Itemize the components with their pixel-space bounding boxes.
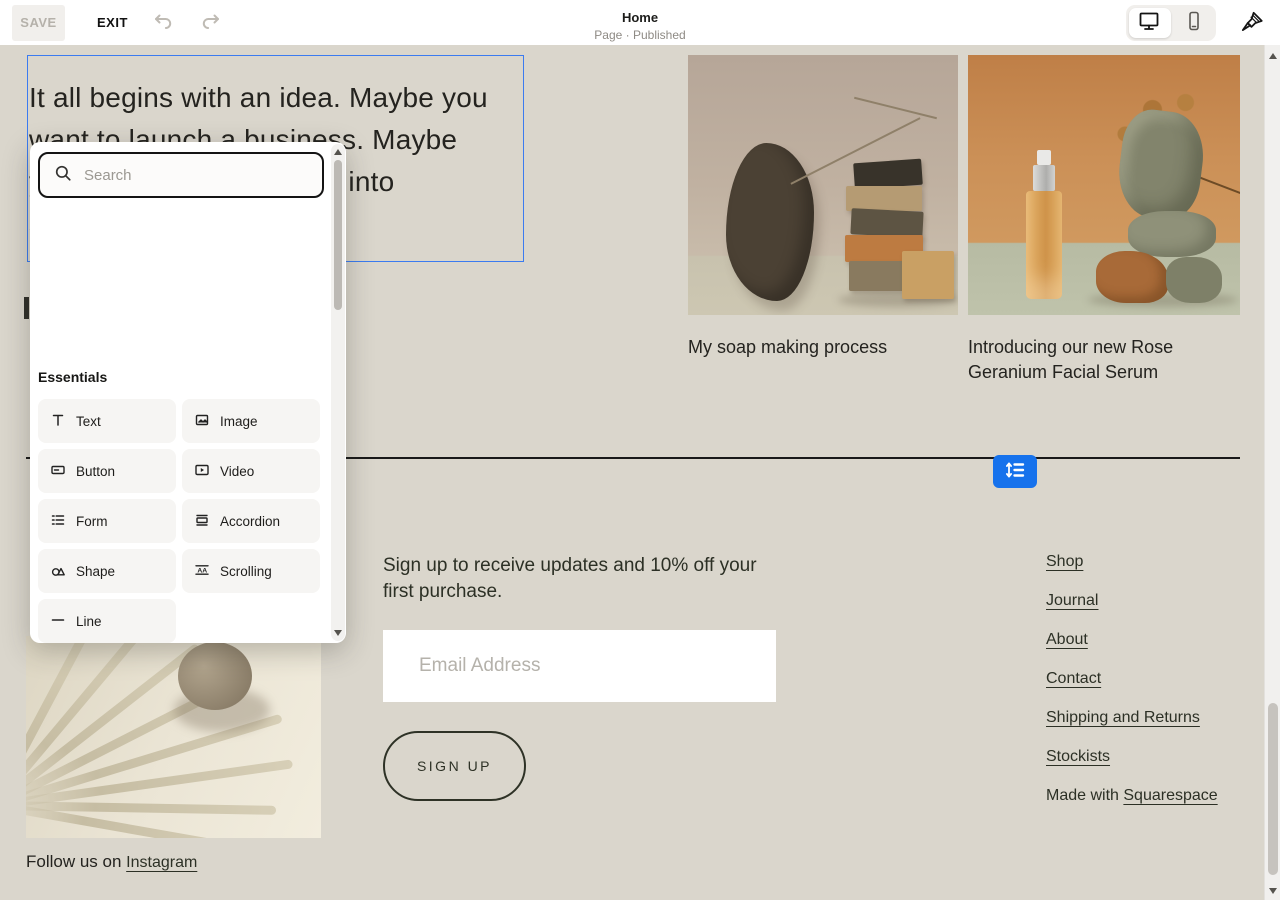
follow-line: Follow us on Instagram <box>26 852 197 872</box>
scroll-up-arrow[interactable] <box>1269 53 1277 59</box>
stone-shape <box>1096 251 1168 303</box>
serum-bottle-nozzle <box>1037 150 1051 165</box>
branch-shape <box>854 97 937 120</box>
block-item-label: Line <box>76 614 102 629</box>
block-item-accordion[interactable]: Accordion <box>182 499 320 543</box>
search-icon <box>40 164 84 187</box>
soap-bar <box>846 186 922 211</box>
stone-shape <box>1166 257 1222 303</box>
footer-link-journal[interactable]: Journal <box>1046 592 1098 609</box>
scroll-down-arrow[interactable] <box>334 630 342 636</box>
edit-section-spacing-button[interactable] <box>993 455 1037 488</box>
desktop-preview-button[interactable] <box>1126 5 1171 41</box>
stone-shape <box>1128 211 1216 257</box>
page-scrollbar[interactable] <box>1264 45 1280 900</box>
block-item-image[interactable]: Image <box>182 399 320 443</box>
block-item-label: Image <box>220 414 258 429</box>
footer-link-shop[interactable]: Shop <box>1046 553 1083 570</box>
scrolling-icon: AA <box>194 562 210 581</box>
site-styles-button[interactable] <box>1238 9 1266 37</box>
footer-link-shipping[interactable]: Shipping and Returns <box>1046 709 1200 726</box>
scroll-up-arrow[interactable] <box>334 149 342 155</box>
footer-link-about[interactable]: About <box>1046 631 1088 648</box>
block-item-scrolling[interactable]: AA Scrolling <box>182 549 320 593</box>
video-icon <box>194 462 210 481</box>
block-item-button[interactable]: Button <box>38 449 176 493</box>
scroll-down-arrow[interactable] <box>1269 888 1277 894</box>
blog-title[interactable]: My soap making process <box>688 335 958 360</box>
svg-text:AA: AA <box>197 567 207 574</box>
block-item-line[interactable]: Line <box>38 599 176 643</box>
footer-link-stockists[interactable]: Stockists <box>1046 748 1110 765</box>
list-item: Contact <box>1046 670 1218 691</box>
block-item-shape[interactable]: Shape <box>38 549 176 593</box>
block-search-box <box>38 152 324 198</box>
block-item-label: Button <box>76 464 115 479</box>
squarespace-link[interactable]: Squarespace <box>1123 787 1217 804</box>
list-item: Stockists <box>1046 748 1218 769</box>
made-with-line: Made with Squarespace <box>1046 787 1218 808</box>
sign-up-button[interactable]: SIGN UP <box>383 731 526 801</box>
serum-bottle-cap <box>1033 165 1055 191</box>
block-item-label: Video <box>220 464 254 479</box>
footer-nav: Shop Journal About Contact Shipping and … <box>1046 553 1218 826</box>
block-item-label: Text <box>76 414 101 429</box>
block-item-form[interactable]: Form <box>38 499 176 543</box>
blog-title[interactable]: Introducing our new Rose Geranium Facial… <box>968 335 1240 385</box>
essentials-grid: Text Image Button Video Form Accordion S… <box>38 399 320 643</box>
made-with-prefix: Made with <box>1046 787 1123 804</box>
line-icon <box>50 612 66 631</box>
soap-bar <box>850 208 923 238</box>
editor-toolbar: SAVE EXIT Home Page · Published <box>0 0 1280 45</box>
follow-prefix: Follow us on <box>26 852 126 871</box>
add-block-panel: Essentials Text Image Button Video Form … <box>30 142 346 643</box>
shape-icon <box>50 562 66 581</box>
list-item: About <box>1046 631 1218 652</box>
email-field[interactable] <box>383 630 776 702</box>
search-input[interactable] <box>84 167 322 184</box>
device-preview-toggle <box>1126 5 1216 41</box>
line-spacing-icon <box>1003 458 1027 485</box>
mobile-preview-button[interactable] <box>1171 5 1216 41</box>
blog-card-soap[interactable]: My soap making process <box>688 55 958 360</box>
hidden-text-fragment <box>24 297 29 319</box>
list-item: Journal <box>1046 592 1218 613</box>
panel-scrollbar[interactable] <box>331 144 345 641</box>
mobile-icon <box>1182 9 1206 36</box>
instagram-photo[interactable] <box>26 636 321 838</box>
button-icon <box>50 462 66 481</box>
text-icon <box>50 412 66 431</box>
panel-scrollbar-thumb[interactable] <box>334 160 342 310</box>
block-item-label: Shape <box>76 564 115 579</box>
blog-card-serum[interactable]: Introducing our new Rose Geranium Facial… <box>968 55 1240 385</box>
serum-bottle <box>1026 191 1062 299</box>
instagram-link[interactable]: Instagram <box>126 854 197 871</box>
newsletter-text[interactable]: Sign up to receive updates and 10% off y… <box>383 553 783 605</box>
soap-bar <box>902 251 954 299</box>
rock-shape <box>726 143 814 301</box>
block-item-label: Form <box>76 514 108 529</box>
serum-photo <box>968 55 1240 315</box>
block-item-text[interactable]: Text <box>38 399 176 443</box>
page-status: Page · Published <box>0 28 1280 42</box>
list-item: Shop <box>1046 553 1218 574</box>
paintbrush-icon <box>1239 23 1265 38</box>
list-item: Shipping and Returns <box>1046 709 1218 730</box>
page-scrollbar-thumb[interactable] <box>1268 703 1278 875</box>
image-icon <box>194 412 210 431</box>
block-item-label: Scrolling <box>220 564 272 579</box>
footer-link-contact[interactable]: Contact <box>1046 670 1101 687</box>
block-item-label: Accordion <box>220 514 280 529</box>
desktop-icon <box>1137 9 1161 36</box>
accordion-icon <box>194 512 210 531</box>
block-item-video[interactable]: Video <box>182 449 320 493</box>
form-icon <box>50 512 66 531</box>
page-title: Home <box>0 10 1280 25</box>
section-label-essentials: Essentials <box>38 369 107 385</box>
soap-bar <box>853 159 923 190</box>
soap-photo <box>688 55 958 315</box>
ceramic-cup <box>178 642 252 710</box>
